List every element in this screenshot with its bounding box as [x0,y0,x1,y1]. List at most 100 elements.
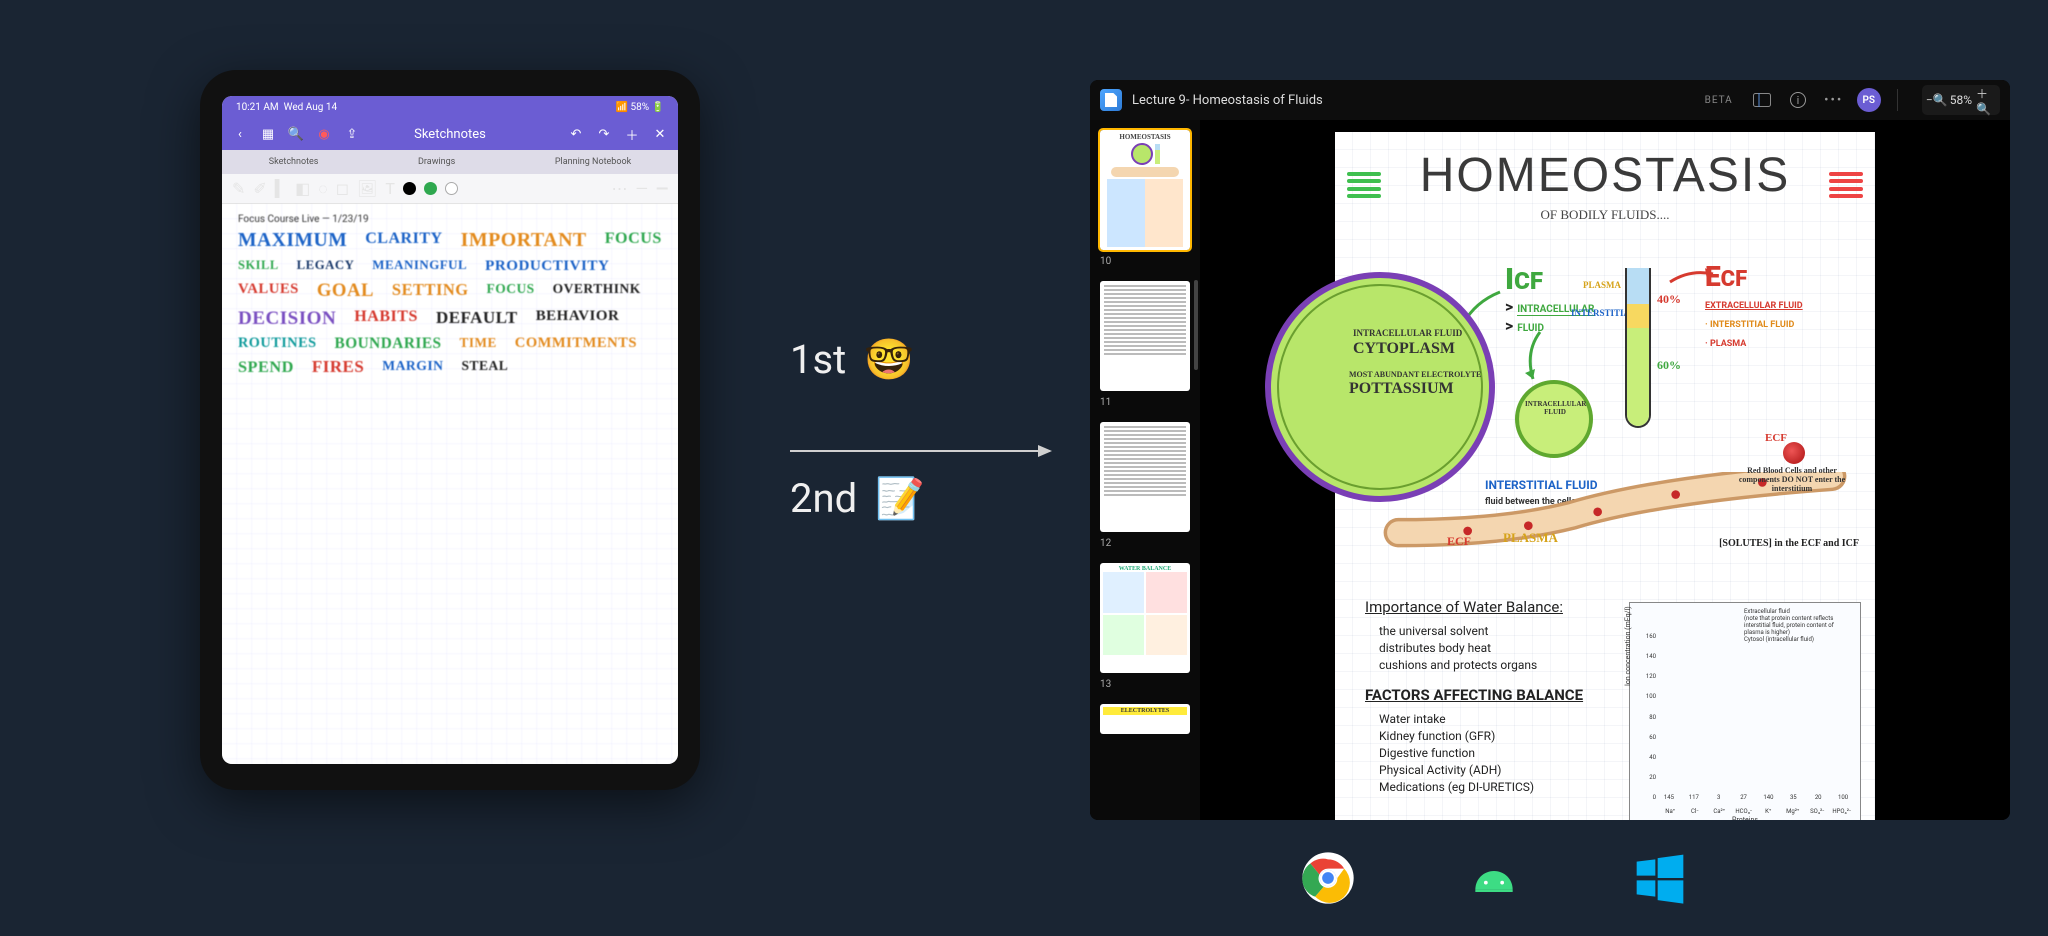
sketchnote-word: BEHAVIOR [536,309,620,328]
text-tool-icon[interactable]: T [385,179,395,198]
sketchnote-word: VALUES [238,282,299,301]
sketchnote-word: STEAL [462,359,509,376]
add-icon[interactable]: ＋ [624,126,640,142]
sketchnote-word: HABITS [354,309,418,328]
sketchnote-word: FOCUS [605,231,662,251]
test-tube-diagram [1625,268,1651,428]
drawing-toolbar: ✎ ✐ ▍ ◧ ◌ ◻ 🖼 T ⋯ — — [222,174,678,204]
document-title: Sketchnotes [414,127,486,142]
page-thumbnail[interactable]: WATER BALANCE [1100,563,1190,673]
sketchnote-word: MARGIN [382,359,443,376]
sketchnote-word: SKILL [238,259,279,274]
image-tool-icon[interactable]: 🖼 [357,179,377,198]
stroke-med-icon[interactable]: — [635,179,648,198]
platform-icons [1300,850,1688,906]
sketchnote-word: OVERTHINK [553,282,641,301]
rbc-icon [1783,442,1805,464]
lasso-tool-icon[interactable]: ◌ [318,179,328,199]
page-thumbnails-panel: HOMEOSTASIS101112WATER BALANCE13ELECTROL… [1090,120,1200,820]
color-white[interactable] [445,182,458,195]
scrollbar-thumb[interactable] [1194,280,1198,370]
tab-sketchnotes[interactable]: Sketchnotes [269,157,319,167]
color-green[interactable] [424,182,437,195]
pen-tool-icon[interactable]: ✎ [232,179,245,198]
ios-status-bar: 10:21 AM Wed Aug 14 📶 58% 🔋 [222,96,678,118]
thumbnail-page-number: 11 [1100,397,1190,408]
sketchnote-word: FOCUS [487,282,535,301]
shape-tool-icon[interactable]: ◻ [336,179,349,198]
color-black[interactable] [403,182,416,195]
eraser-tool-icon[interactable]: ◧ [295,179,310,198]
document-page: HOMEOSTASIS OF BODILY FLUIDS.... ICF > I… [1335,132,1875,820]
sketchnote-word: IMPORTANT [461,231,587,251]
sketchnote-word: MAXIMUM [238,231,347,251]
panels-icon[interactable] [1749,87,1775,113]
close-icon[interactable]: ✕ [652,126,668,142]
bookmark-icon[interactable]: ◉ [316,126,332,142]
page-thumbnail[interactable]: HOMEOSTASIS [1100,130,1190,250]
app-header: Lecture 9- Homeostasis of Fluids BETA i … [1090,80,2010,120]
sketchnote-word: PRODUCTIVITY [485,259,609,274]
ecf-label: ECF EXTRACELLULAR FLUID · INTERSTITIAL F… [1705,260,1855,350]
sketchnote-word: DEFAULT [436,309,518,328]
ipad-device: 10:21 AM Wed Aug 14 📶 58% 🔋 ‹ ▦ 🔍 ◉ ⇪ Sk… [200,70,700,790]
svg-text:i: i [1796,94,1799,107]
page-thumbnail[interactable] [1100,281,1190,391]
zoom-out-icon[interactable]: −🔍 [1928,87,1946,113]
chart-title: [SOLUTES] in the ECF and ICF [1719,538,1859,549]
pct60-label: 60% [1657,358,1681,373]
goodnotes-web-app: Lecture 9- Homeostasis of Fluids BETA i … [1090,80,2010,820]
info-icon[interactable]: i [1785,87,1811,113]
pencil-tool-icon[interactable]: ✐ [253,179,266,198]
sketchnote-word: GOAL [317,282,374,301]
arrow-icf2-icon [1515,327,1555,387]
tab-drawings[interactable]: Drawings [418,157,455,167]
redo-icon[interactable]: ↷ [596,126,612,142]
page-title: HOMEOSTASIS OF BODILY FLUIDS.... [1335,148,1875,223]
share-icon[interactable]: ⇪ [344,126,360,142]
tab-planning[interactable]: Planning Notebook [555,157,631,167]
notes-text-block: Importance of Water Balance: the univers… [1365,598,1625,808]
plasma-small-label: PLASMA [1583,280,1621,290]
zoom-level: 58% [1950,93,1972,107]
comparison-labels: 1st🤓 2nd📝 [790,320,1070,538]
sketchnote-word: SETTING [392,282,469,301]
user-avatar[interactable]: PS [1857,88,1881,112]
sketchnote-word: ROUTINES [238,336,317,351]
sketchnote-word: MEANINGFUL [372,259,467,274]
doc-title: Lecture 9- Homeostasis of Fluids [1132,93,1323,108]
document-viewport[interactable]: HOMEOSTASIS OF BODILY FLUIDS.... ICF > I… [1200,120,2010,820]
zoom-in-icon[interactable]: ＋🔍 [1976,87,1994,113]
rbc-note: Red Blood Cells and other components DO … [1727,466,1857,493]
sketchnote-word: SPEND [238,359,294,376]
pct40-label: 40% [1657,292,1681,307]
grid-icon[interactable]: ▦ [260,126,276,142]
beta-badge: BETA [1705,95,1733,106]
icf-label: ICF > INTRACELLULAR > FLUID [1505,262,1594,335]
stroke-thick-icon[interactable]: — [656,179,668,198]
search-icon[interactable]: 🔍 [288,126,304,142]
highlighter-tool-icon[interactable]: ▍ [275,179,287,198]
divider [1897,89,1898,111]
page-thumbnail[interactable]: ELECTROLYTES [1100,704,1190,734]
chrome-icon [1300,850,1356,906]
thumbnail-page-number: 12 [1100,538,1190,549]
app-title-bar: ‹ ▦ 🔍 ◉ ⇪ Sketchnotes ↶ ↷ ＋ ✕ [222,118,678,150]
sketchnote-word: TIME [460,336,497,351]
more-icon[interactable]: ••• [1821,87,1847,113]
sketchnote-canvas[interactable]: Focus Course Live — 1/23/19 MAXIMUMCLARI… [222,204,678,764]
undo-icon[interactable]: ↶ [568,126,584,142]
windows-icon [1632,850,1688,906]
zoom-controls: −🔍 58% ＋🔍 [1922,85,2000,115]
document-tabs: Sketchnotes Drawings Planning Notebook [222,150,678,174]
thumbnail-page-number: 10 [1100,256,1190,267]
android-icon [1466,850,1522,906]
app-logo-icon [1100,89,1122,111]
solutes-bar-chart: Extracellular fluid (note that protein c… [1629,602,1861,820]
back-icon[interactable]: ‹ [232,126,248,142]
vessel-ecf-label: ECF [1447,534,1471,549]
stroke-thin-icon[interactable]: ⋯ [611,179,627,198]
sketchnote-word: DECISION [238,309,336,328]
sketchnote-word: LEGACY [297,259,355,274]
page-thumbnail[interactable] [1100,422,1190,532]
